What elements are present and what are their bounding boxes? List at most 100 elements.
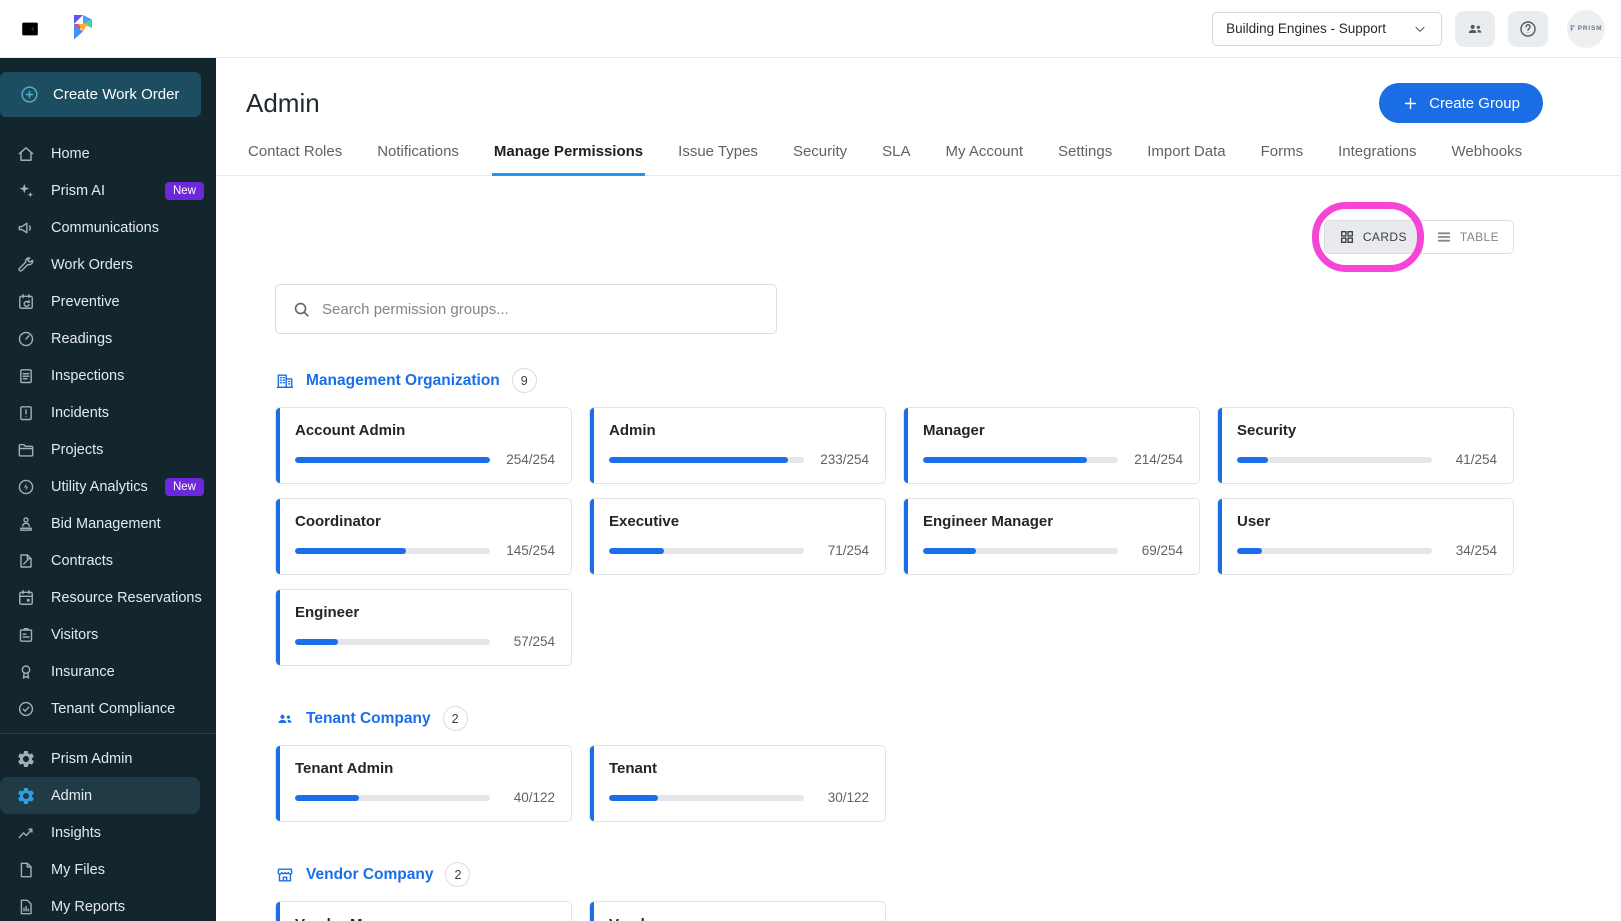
create-group-button[interactable]: Create Group <box>1379 83 1543 123</box>
search-input[interactable] <box>322 300 760 318</box>
tab-my-account[interactable]: My Account <box>943 136 1025 176</box>
org-selector-dropdown[interactable]: Building Engines - Support <box>1212 11 1442 46</box>
progress-row: 57/254 <box>295 634 555 649</box>
visitor-badge-icon <box>16 625 36 645</box>
sidebar: Create Work Order Home Prism AI New Communi… <box>0 58 216 921</box>
sidebar-item-projects[interactable]: Projects <box>0 431 216 468</box>
tab-contact-roles[interactable]: Contact Roles <box>246 136 344 176</box>
tab-import-data[interactable]: Import Data <box>1145 136 1227 176</box>
permission-group-card-vendor[interactable]: Vendor <box>589 901 886 921</box>
sidebar-item-bid-management[interactable]: Bid Management <box>0 505 216 542</box>
sidebar-item-tenant-compliance[interactable]: Tenant Compliance <box>0 690 216 727</box>
section-header-management-organization[interactable]: Management Organization 9 <box>275 368 537 393</box>
tab-manage-permissions[interactable]: Manage Permissions <box>491 136 646 176</box>
permission-group-card-admin[interactable]: Admin 233/254 <box>589 407 886 484</box>
sidebar-item-inspections[interactable]: Inspections <box>0 357 216 394</box>
building-icon <box>275 371 295 391</box>
sidebar-item-my-reports[interactable]: My Reports <box>0 888 216 921</box>
assigned-count: 30/122 <box>827 790 869 805</box>
user-avatar[interactable]: PRISM <box>1567 9 1605 48</box>
main-content: Admin Create Group Contact Roles Notifica… <box>216 0 1621 921</box>
manage-users-button[interactable] <box>1455 10 1495 47</box>
sidebar-item-home[interactable]: Home <box>0 135 216 172</box>
progress-track <box>609 547 804 554</box>
permission-group-card-executive[interactable]: Executive 71/254 <box>589 498 886 575</box>
tab-issue-types[interactable]: Issue Types <box>676 136 760 176</box>
sidebar-item-insurance[interactable]: Insurance <box>0 653 216 690</box>
sidebar-item-label: Incidents <box>51 404 110 421</box>
sidebar-item-prism-admin[interactable]: Prism Admin <box>0 740 216 777</box>
sidebar-item-label: Work Orders <box>51 256 133 273</box>
progress-fill <box>295 547 407 554</box>
gauge-icon <box>16 329 36 349</box>
sidebar-item-utility-analytics[interactable]: Utility Analytics New <box>0 468 216 505</box>
people-icon <box>275 709 295 729</box>
sidebar-item-prism-ai[interactable]: Prism AI New <box>0 172 216 209</box>
sidebar-item-resource-reservations[interactable]: Resource Reservations <box>0 579 216 616</box>
sidebar-item-readings[interactable]: Readings <box>0 320 216 357</box>
file-icon <box>16 860 36 880</box>
assigned-count: 69/254 <box>1141 543 1183 558</box>
progress-fill <box>609 794 658 801</box>
assigned-count: 254/254 <box>506 452 555 467</box>
tab-notifications[interactable]: Notifications <box>375 136 461 176</box>
sidebar-item-label: Insurance <box>51 663 115 680</box>
progress-row: 254/254 <box>295 452 555 467</box>
card-grid: Account Admin 254/254 Admin 233/254 Mana… <box>275 407 1514 666</box>
section-header-tenant-company[interactable]: Tenant Company 2 <box>275 706 468 731</box>
grid-icon <box>1339 229 1355 245</box>
gear-icon <box>16 749 36 769</box>
sidebar-item-visitors[interactable]: Visitors <box>0 616 216 653</box>
section-header-vendor-company[interactable]: Vendor Company 2 <box>275 862 471 887</box>
permission-group-card-vendor-manager[interactable]: Vendor Manager <box>275 901 572 921</box>
sidebar-item-label: Communications <box>51 219 159 236</box>
sidebar-item-preventive[interactable]: Preventive <box>0 283 216 320</box>
table-view-button[interactable]: TABLE <box>1421 221 1513 253</box>
permission-group-card-manager[interactable]: Manager 214/254 <box>903 407 1200 484</box>
permission-group-card-engineer-manager[interactable]: Engineer Manager 69/254 <box>903 498 1200 575</box>
sidebar-item-my-files[interactable]: My Files <box>0 851 216 888</box>
progress-fill <box>609 456 789 463</box>
permission-group-card-coordinator[interactable]: Coordinator 145/254 <box>275 498 572 575</box>
permission-group-card-account-admin[interactable]: Account Admin 254/254 <box>275 407 572 484</box>
tab-integrations[interactable]: Integrations <box>1336 136 1418 176</box>
progress-track <box>295 794 490 801</box>
permission-group-card-tenant[interactable]: Tenant 30/122 <box>589 745 886 822</box>
create-work-order-button[interactable]: Create Work Order <box>0 72 201 117</box>
permission-group-card-tenant-admin[interactable]: Tenant Admin 40/122 <box>275 745 572 822</box>
sidebar-item-communications[interactable]: Communications <box>0 209 216 246</box>
help-button[interactable] <box>1508 10 1548 47</box>
tab-security[interactable]: Security <box>791 136 849 176</box>
tab-sla[interactable]: SLA <box>880 136 912 176</box>
permission-group-card-security[interactable]: Security 41/254 <box>1217 407 1514 484</box>
group-name: Engineer <box>295 604 360 621</box>
cards-view-button[interactable]: CARDS <box>1324 221 1422 253</box>
progress-track <box>295 456 490 463</box>
search-box <box>275 284 777 334</box>
sidebar-item-work-orders[interactable]: Work Orders <box>0 246 216 283</box>
sidebar-item-incidents[interactable]: Incidents <box>0 394 216 431</box>
card-grid: Vendor Manager Vendor <box>275 901 1514 921</box>
clipboard-icon <box>16 366 36 386</box>
alert-clipboard-icon <box>16 403 36 423</box>
section-title: Vendor Company <box>306 865 434 883</box>
sidebar-item-contracts[interactable]: Contracts <box>0 542 216 579</box>
sidebar-item-label: Visitors <box>51 626 99 643</box>
permission-group-card-engineer[interactable]: Engineer 57/254 <box>275 589 572 666</box>
chevron-down-icon <box>1412 21 1428 37</box>
permission-group-card-user[interactable]: User 34/254 <box>1217 498 1514 575</box>
sidebar-item-label: Admin <box>51 787 93 804</box>
calendar-refresh-icon <box>16 292 36 312</box>
sidebar-item-insights[interactable]: Insights <box>0 814 216 851</box>
group-name: Security <box>1237 422 1297 439</box>
tab-webhooks[interactable]: Webhooks <box>1450 136 1525 176</box>
progress-fill <box>295 456 490 463</box>
help-icon <box>1518 19 1538 39</box>
tab-forms[interactable]: Forms <box>1259 136 1306 176</box>
sidebar-collapse-icon[interactable] <box>16 15 44 43</box>
tab-settings[interactable]: Settings <box>1056 136 1114 176</box>
home-icon <box>16 144 36 164</box>
group-name: Engineer Manager <box>923 513 1054 530</box>
progress-fill <box>923 547 976 554</box>
sidebar-item-admin[interactable]: Admin <box>0 777 200 814</box>
